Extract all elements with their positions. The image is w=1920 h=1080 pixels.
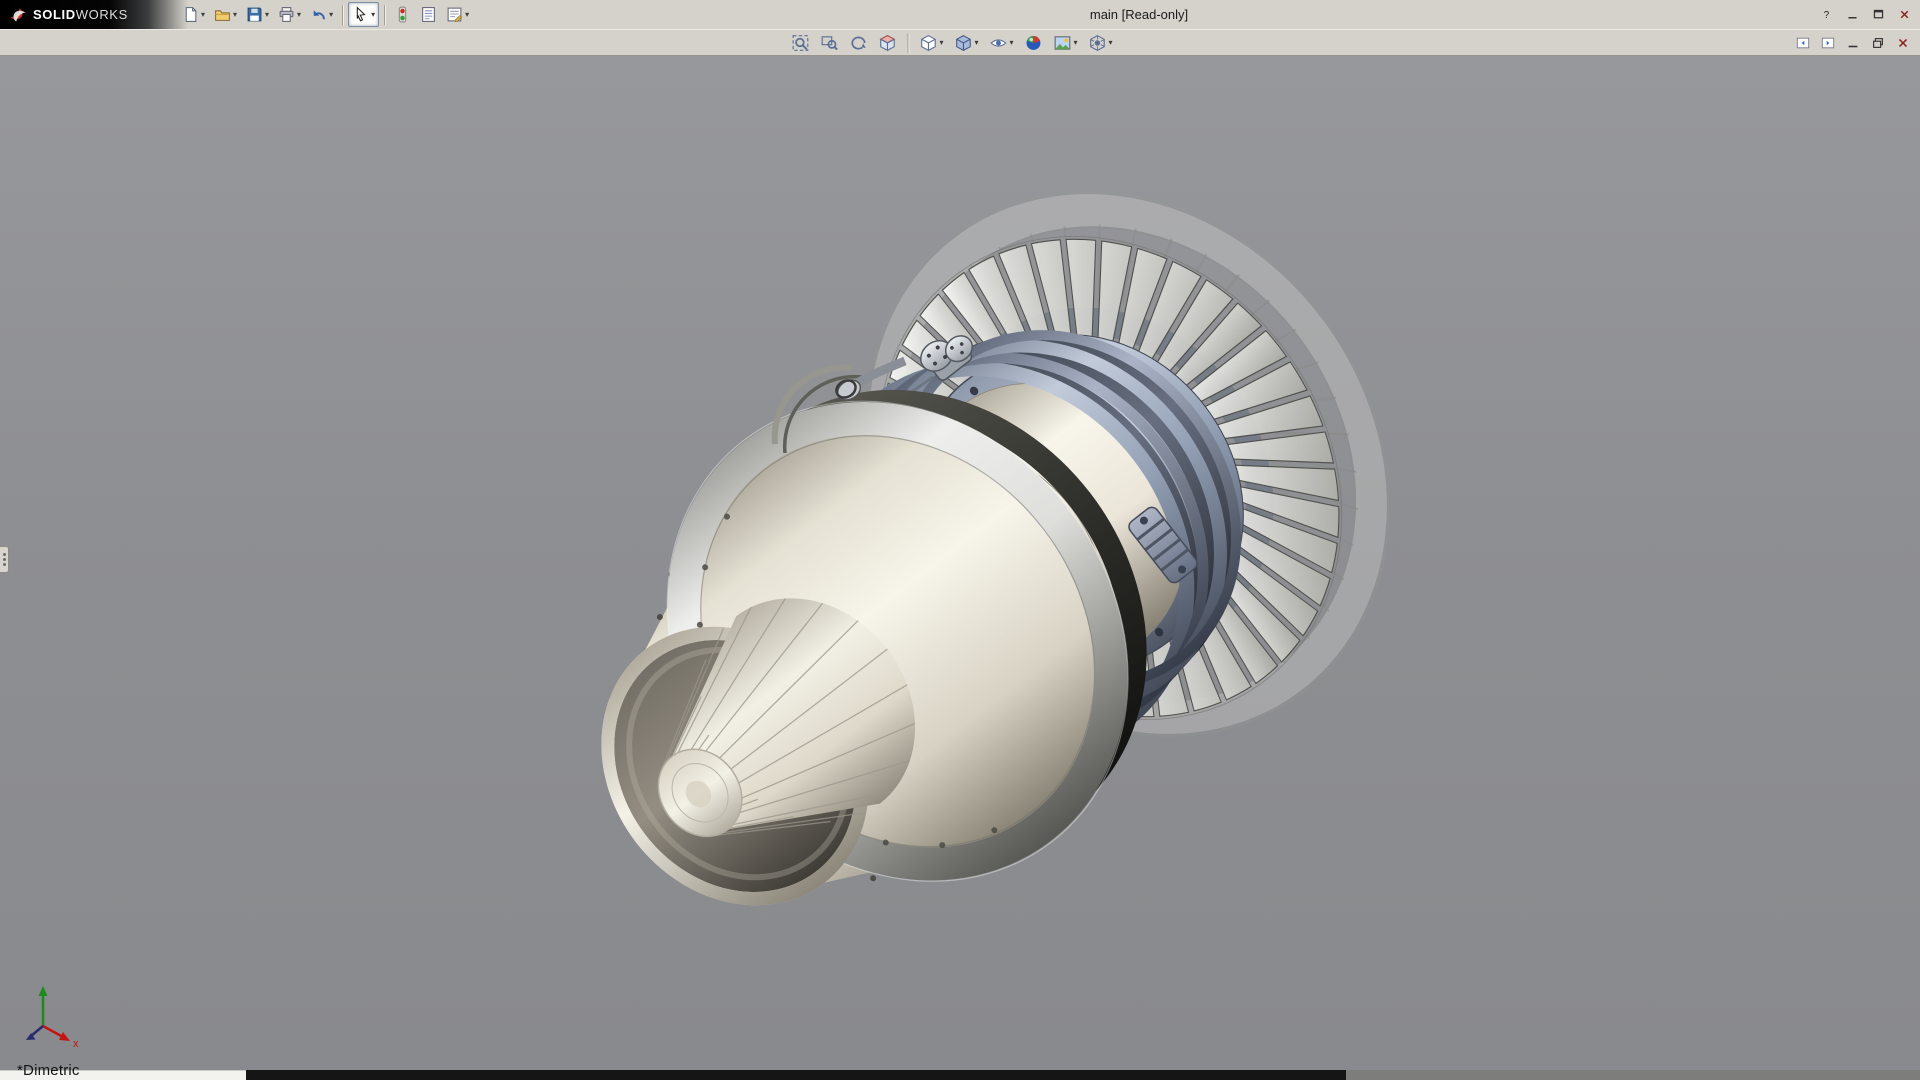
print-icon <box>278 6 295 23</box>
minimize-icon <box>1846 8 1859 21</box>
feature-pane-flyout-tab[interactable] <box>0 546 9 573</box>
undo-icon <box>310 6 327 23</box>
close-button[interactable] <box>1894 5 1915 24</box>
minimize-button[interactable] <box>1842 5 1863 24</box>
minimize-icon <box>1846 36 1860 50</box>
dropdown-arrow-icon[interactable]: ▾ <box>329 11 333 19</box>
view-settings-icon <box>1089 34 1107 52</box>
open-folder-icon <box>214 6 231 23</box>
title-bar: SOLIDWORKS ▾ ▾ ▾ ▾ ▾ ▾ ▾ main [Read-only] ? <box>0 0 1920 29</box>
view-orientation-button[interactable]: ▾ <box>915 30 947 55</box>
print-button[interactable]: ▾ <box>274 2 305 27</box>
document-window-controls <box>1792 29 1913 56</box>
section-view-button[interactable] <box>874 30 900 55</box>
apply-scene-button[interactable]: ▾ <box>1050 30 1082 55</box>
save-icon <box>246 6 263 23</box>
solidworks-logo: SOLIDWORKS <box>0 5 178 25</box>
solidworks-logo-icon <box>8 5 28 25</box>
new-document-button[interactable]: ▾ <box>178 2 209 27</box>
triad-z-axis <box>31 1026 43 1036</box>
rebuild-button[interactable] <box>390 2 415 27</box>
appearance-icon <box>1025 34 1043 52</box>
status-bar-right <box>1346 1070 1920 1080</box>
save-button[interactable]: ▾ <box>242 2 273 27</box>
display-style-icon <box>954 34 972 52</box>
doc-restore-button[interactable] <box>1867 33 1888 52</box>
brand-text: SOLIDWORKS <box>33 7 128 22</box>
svg-text:?: ? <box>1824 10 1830 21</box>
dropdown-arrow-icon[interactable]: ▾ <box>297 11 301 19</box>
solidworks-window: SOLIDWORKS ▾▾▾▾▾▾▾ main [Read-only] ? ▾▾… <box>0 0 1920 1080</box>
dropdown-arrow-icon[interactable]: ▾ <box>1009 39 1013 47</box>
hide-show-icon <box>989 34 1007 52</box>
previous-view-icon <box>849 34 867 52</box>
dropdown-arrow-icon[interactable]: ▾ <box>974 39 978 47</box>
dropdown-arrow-icon[interactable]: ▾ <box>201 11 205 19</box>
dropdown-arrow-icon[interactable]: ▾ <box>465 11 469 19</box>
select-button[interactable]: ▾ <box>348 2 379 27</box>
view-orientation-label: *Dimetric <box>17 1062 80 1079</box>
dropdown-arrow-icon[interactable]: ▾ <box>1109 39 1113 47</box>
help-button[interactable]: ? <box>1816 5 1837 24</box>
standard-toolbar: ▾ ▾ ▾ ▾ ▾ ▾ ▾ <box>178 0 473 29</box>
close-icon <box>1896 36 1910 50</box>
doc-prev-icon <box>1796 36 1810 50</box>
dropdown-arrow-icon[interactable]: ▾ <box>265 11 269 19</box>
section-view-icon <box>878 34 896 52</box>
dropdown-arrow-icon[interactable]: ▾ <box>233 11 237 19</box>
undo-button[interactable]: ▾ <box>306 2 337 27</box>
doc-minimize-button[interactable] <box>1842 33 1863 52</box>
zoom-fit-icon <box>791 34 809 52</box>
previous-view-button[interactable] <box>845 30 871 55</box>
zoom-to-fit-button[interactable] <box>787 30 813 55</box>
open-button[interactable]: ▾ <box>210 2 241 27</box>
restore-icon <box>1871 36 1885 50</box>
help-icon: ? <box>1820 8 1833 21</box>
toolbar-separator <box>384 5 385 25</box>
show-display-pane-button[interactable] <box>1817 33 1838 52</box>
scene-icon <box>1054 34 1072 52</box>
window-controls: ? <box>1816 0 1915 29</box>
show-feature-pane-button[interactable] <box>1792 33 1813 52</box>
properties-icon <box>420 6 437 23</box>
toolbar-separator <box>907 33 908 53</box>
close-icon <box>1898 8 1911 21</box>
view-cube-icon <box>919 34 937 52</box>
bottom-status-strip[interactable] <box>0 1070 1920 1080</box>
orientation-triad: x <box>26 986 79 1050</box>
3d-viewport[interactable]: x <box>0 56 1920 1070</box>
triad-x-axis <box>43 1026 63 1037</box>
taskbar-segment <box>246 1070 1346 1080</box>
select-arrow-icon <box>352 6 369 23</box>
zoom-to-area-button[interactable] <box>816 30 842 55</box>
doc-close-button[interactable] <box>1892 33 1913 52</box>
dropdown-arrow-icon[interactable]: ▾ <box>371 11 375 19</box>
hide-show-items-button[interactable]: ▾ <box>985 30 1017 55</box>
edit-appearance-button[interactable] <box>1021 30 1047 55</box>
doc-next-icon <box>1821 36 1835 50</box>
zoom-area-icon <box>820 34 838 52</box>
display-style-button[interactable]: ▾ <box>950 30 982 55</box>
maximize-icon <box>1872 8 1885 21</box>
dropdown-arrow-icon[interactable]: ▾ <box>939 39 943 47</box>
options-button[interactable]: ▾ <box>442 2 473 27</box>
triad-x-label: x <box>73 1038 79 1050</box>
dropdown-arrow-icon[interactable]: ▾ <box>1074 39 1078 47</box>
view-settings-button[interactable]: ▾ <box>1085 30 1117 55</box>
new-file-icon <box>182 6 199 23</box>
maximize-button[interactable] <box>1868 5 1889 24</box>
document-title: main [Read-only] <box>1090 0 1188 29</box>
toolbar-separator <box>342 5 343 25</box>
graphics-area[interactable]: x <box>0 56 1920 1070</box>
file-properties-button[interactable] <box>416 2 441 27</box>
rebuild-icon <box>394 6 411 23</box>
heads-up-view-toolbar: ▾ ▾ ▾ ▾ ▾ <box>787 29 1116 56</box>
options-icon <box>446 6 463 23</box>
